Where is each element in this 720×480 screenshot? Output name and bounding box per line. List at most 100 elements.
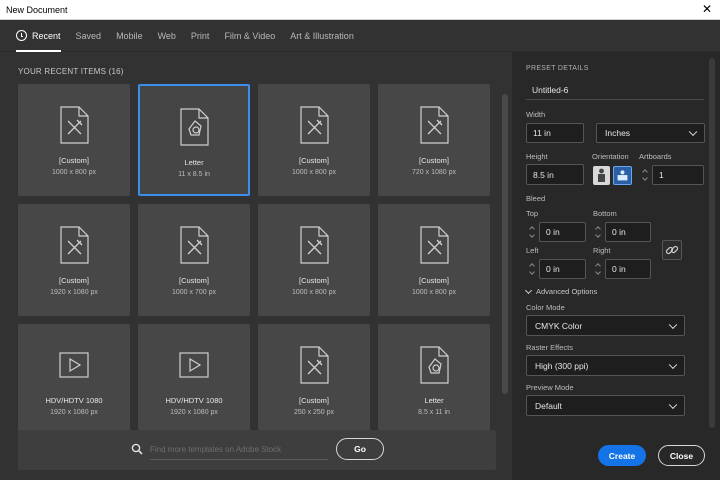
tab-label: Print [190,30,210,41]
recent-item-card[interactable]: Letter 11 x 8.5 in [138,84,250,196]
tab-mobile[interactable]: Mobile [116,20,143,52]
recent-item-name: [Custom] [298,156,329,165]
tab-label: Film & Video [224,30,276,41]
tab-label: Saved [75,30,102,41]
tab-label: Recent [32,30,61,41]
recent-item-size: 250 x 250 px [293,409,335,416]
advanced-options-toggle[interactable]: Advanced Options [524,286,598,296]
raster-effects-value: High (300 ppi) [535,360,589,371]
bleed-left-label: Left [526,246,539,255]
orientation-label: Orientation [592,152,629,161]
bleed-bottom-input[interactable]: 0 in [605,222,651,242]
bleed-top-input[interactable]: 0 in [539,222,586,242]
bleed-right-input[interactable]: 0 in [605,259,651,279]
raster-effects-select[interactable]: High (300 ppi) [526,355,685,376]
recent-item-name: [Custom] [418,276,449,285]
custom-doc-icon [57,106,91,144]
bleed-top-stepper[interactable] [527,222,537,242]
bleed-left-stepper[interactable] [527,259,537,279]
recent-item-card[interactable]: [Custom] 1000 x 800 px [258,204,370,316]
link-bleed-button[interactable] [662,240,682,260]
window-title: New Document [6,4,68,15]
height-input[interactable]: 8.5 in [526,164,584,185]
recent-item-size: 1000 x 800 px [292,169,336,176]
recent-item-name: [Custom] [418,156,449,165]
tab-label: Web [157,30,176,41]
document-name-field[interactable]: Untitled-6 [526,80,704,100]
recent-item-card[interactable]: [Custom] 1000 x 800 px [258,84,370,196]
recent-item-card[interactable]: [Custom] 1000 x 700 px [138,204,250,316]
chevron-down-icon [668,320,678,329]
recent-item-card[interactable]: HDV/HDTV 1080 1920 x 1080 px [18,324,130,436]
custom-doc-icon [297,226,331,264]
width-input[interactable]: 11 in [526,123,584,143]
preset-details-heading: PRESET DETAILS [526,65,589,72]
tab-print[interactable]: Print [191,20,210,52]
tab-art-illustration[interactable]: Art & Illustration [290,20,354,52]
tab-recent[interactable]: Recent [16,20,61,52]
tab-web[interactable]: Web [158,20,176,52]
recent-item-card[interactable]: [Custom] 1000 x 800 px [18,84,130,196]
create-button[interactable]: Create [598,445,646,466]
recent-item-name: [Custom] [58,276,89,285]
bleed-left-input[interactable]: 0 in [539,259,586,279]
recent-items-heading: YOUR RECENT ITEMS (16) [18,67,124,76]
bleed-right-stepper[interactable] [593,259,603,279]
color-mode-select[interactable]: CMYK Color [526,315,685,336]
recent-item-size: 1000 x 800 px [412,289,456,296]
preset-scroll-thumb[interactable] [709,58,715,428]
tab-label: Art & Illustration [290,30,354,41]
recent-item-size: 1920 x 1080 px [50,409,98,416]
window-close-icon[interactable]: ✕ [700,2,714,16]
landscape-orientation-icon[interactable] [613,166,632,185]
recent-item-card[interactable]: [Custom] 1000 x 800 px [378,204,490,316]
tab-saved[interactable]: Saved [76,20,102,52]
recent-item-name: HDV/HDTV 1080 [45,396,103,405]
units-value: Inches [605,128,631,138]
recent-items-grid: [Custom] 1000 x 800 px Letter 11 x 8.5 in [C… [18,84,492,464]
category-tabs: Recent Saved Mobile Web Print Film & Vid… [0,20,720,52]
recent-item-card[interactable]: HDV/HDTV 1080 1920 x 1080 px [138,324,250,436]
recent-item-name: [Custom] [298,276,329,285]
preview-mode-value: Default [535,400,562,411]
color-mode-value: CMYK Color [535,320,583,331]
bleed-label: Bleed [526,194,546,203]
advanced-options-label: Advanced Options [536,287,598,296]
width-label: Width [526,110,546,119]
recent-item-card[interactable]: Letter 8.5 x 11 in [378,324,490,436]
height-label: Height [526,152,548,161]
tab-film-video[interactable]: Film & Video [224,20,275,52]
preview-mode-label: Preview Mode [526,383,574,392]
recent-count: (16) [108,67,124,76]
preset-scrollbar[interactable] [709,58,715,428]
title-bar: New Document ✕ [0,0,720,20]
recent-item-size: 1000 x 700 px [172,289,216,296]
close-button[interactable]: Close [658,445,705,466]
preview-mode-select[interactable]: Default [526,395,685,416]
letter-doc-icon [417,346,451,384]
recent-item-size: 1000 x 800 px [52,169,96,176]
bleed-bottom-stepper[interactable] [593,222,603,242]
units-select[interactable]: Inches [596,123,705,143]
artboards-input[interactable]: 1 [652,165,704,185]
artboards-stepper[interactable] [640,165,650,185]
link-icon [665,245,679,255]
portrait-orientation-icon[interactable] [593,166,610,185]
chevron-down-icon [668,400,678,409]
recent-item-size: 8.5 x 11 in [418,409,450,416]
stock-search-input[interactable] [150,440,328,460]
recent-heading-text: YOUR RECENT ITEMS [18,67,107,76]
recent-item-card[interactable]: [Custom] 1920 x 1080 px [18,204,130,316]
raster-effects-label: Raster Effects [526,343,573,352]
recent-item-card[interactable]: [Custom] 720 x 1080 px [378,84,490,196]
recent-item-card[interactable]: [Custom] 250 x 250 px [258,324,370,436]
chevron-down-icon [688,127,698,137]
recent-item-size: 1920 x 1080 px [170,409,218,416]
go-button[interactable]: Go [336,438,384,460]
video-play-icon [177,346,211,384]
recent-scrollbar[interactable] [501,84,509,464]
preset-details-panel: PRESET DETAILS Untitled-6 Width 11 in In… [512,52,720,480]
recent-scroll-thumb[interactable] [502,94,508,394]
custom-doc-icon [57,226,91,264]
artboards-label: Artboards [639,152,672,161]
